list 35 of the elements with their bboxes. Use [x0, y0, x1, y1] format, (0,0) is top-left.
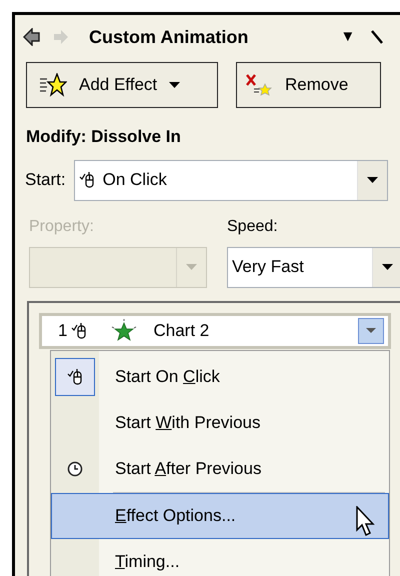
mouse-icon [71, 322, 88, 340]
dropdown-field[interactable]: On Click [74, 160, 388, 200]
effect-list-item[interactable]: 1 Chart 2 [39, 312, 391, 348]
modify-heading: Modify: Dissolve In [25, 126, 182, 148]
dropdown-value: Very Fast [232, 256, 304, 278]
clock-icon [67, 460, 83, 476]
effect-dropdown-button[interactable] [358, 318, 384, 344]
mouse-icon [78, 171, 95, 189]
close-icon[interactable] [371, 30, 384, 44]
delete-star-icon [245, 73, 273, 97]
back-arrow-icon[interactable] [23, 28, 41, 46]
caret-icon [382, 264, 393, 270]
effect-name: Chart 2 [153, 320, 210, 342]
pane-title: Custom Animation [89, 26, 248, 48]
menu-item[interactable]: Start With Previous [51, 400, 389, 446]
menu-item[interactable]: Start On Click [51, 354, 389, 400]
menu-item[interactable]: Effect Options... [51, 492, 389, 538]
star-icon [111, 318, 138, 342]
remove-button[interactable]: Remove [236, 62, 381, 108]
pane-menu-button[interactable]: ▼ [340, 26, 356, 48]
caret-icon [366, 177, 378, 183]
menu-item[interactable]: Start After Previous [51, 446, 389, 492]
dropdown-field[interactable]: Very Fast [227, 246, 400, 288]
star-icon [39, 73, 67, 97]
caret-icon [366, 328, 376, 333]
dropdown-value: On Click [102, 169, 167, 192]
add-effect-button[interactable]: Add Effect [26, 62, 218, 108]
property-label: Property: [29, 216, 95, 236]
caret-icon [186, 264, 197, 270]
caret-icon [169, 82, 180, 88]
effect-number: 1 [58, 320, 68, 342]
start-label: Start: [25, 169, 66, 192]
speed-label: Speed: [227, 216, 279, 236]
menu-item[interactable]: Timing... [51, 538, 389, 576]
mouse-icon [67, 368, 83, 386]
